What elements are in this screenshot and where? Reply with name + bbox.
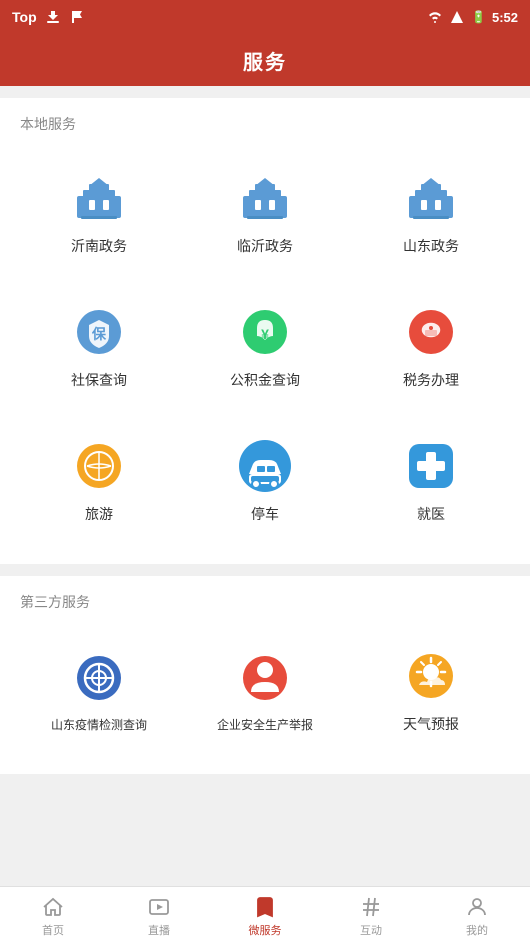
local-services-section: 本地服务 沂南政务	[0, 98, 530, 564]
svg-text:¥: ¥	[261, 326, 269, 342]
service-tax[interactable]: 税务办理	[348, 280, 514, 414]
service-epidemic[interactable]: 山东疫情检测查询	[16, 624, 182, 758]
nav-microservice[interactable]: 微服务	[212, 887, 318, 946]
shebao-label: 社保查询	[71, 370, 127, 390]
home-icon	[41, 895, 65, 919]
safety-label: 企业安全生产举报	[217, 716, 313, 733]
flag-icon	[69, 9, 85, 25]
tax-icon	[403, 304, 459, 360]
third-party-section: 第三方服务 山东疫情检测查询	[0, 576, 530, 774]
nav-live-label: 直播	[148, 922, 170, 938]
parking-icon	[237, 438, 293, 494]
hashtag-icon	[359, 895, 383, 919]
safety-icon	[237, 650, 293, 706]
svg-text:保: 保	[91, 326, 107, 342]
service-weather[interactable]: 天气预报	[348, 624, 514, 758]
status-bar-left: Top	[12, 9, 85, 25]
main-content: 本地服务 沂南政务	[0, 86, 530, 886]
wifi-icon	[427, 9, 443, 25]
parking-label: 停车	[251, 504, 279, 524]
service-parking[interactable]: 停车	[182, 414, 348, 548]
nav-home[interactable]: 首页	[0, 887, 106, 946]
tax-label: 税务办理	[403, 370, 459, 390]
bookmark-icon	[253, 895, 277, 919]
local-services-title: 本地服务	[16, 114, 514, 134]
header: 服务	[0, 34, 530, 86]
service-travel[interactable]: 旅游	[16, 414, 182, 548]
battery-icon: 🔋	[471, 10, 486, 24]
live-icon	[147, 895, 171, 919]
nav-home-label: 首页	[42, 922, 64, 938]
medical-icon	[403, 438, 459, 494]
linnan-icon	[71, 170, 127, 226]
epidemic-label: 山东疫情检测查询	[51, 716, 147, 733]
service-safety[interactable]: 企业安全生产举报	[182, 624, 348, 758]
nav-live[interactable]: 直播	[106, 887, 212, 946]
page-title: 服务	[243, 46, 287, 75]
weather-icon	[403, 648, 459, 704]
signal-icon	[449, 9, 465, 25]
status-top-label: Top	[12, 9, 37, 25]
linyi-label: 临沂政务	[237, 236, 293, 256]
nav-interact[interactable]: 互动	[318, 887, 424, 946]
shandong-label: 山东政务	[403, 236, 459, 256]
download-icon	[45, 9, 61, 25]
gjj-label: 公积金查询	[230, 370, 300, 390]
service-medical[interactable]: 就医	[348, 414, 514, 548]
shandong-icon	[403, 170, 459, 226]
linyi-icon	[237, 170, 293, 226]
gjj-icon: ¥	[237, 304, 293, 360]
third-party-grid: 山东疫情检测查询 企业安全生产举报	[16, 624, 514, 758]
travel-icon	[71, 438, 127, 494]
nav-mine-label: 我的	[466, 922, 488, 938]
service-shebao[interactable]: 保 社保查询	[16, 280, 182, 414]
nav-interact-label: 互动	[360, 922, 382, 938]
nav-microservice-label: 微服务	[249, 922, 282, 938]
epidemic-icon	[71, 650, 127, 706]
service-shandong[interactable]: 山东政务	[348, 146, 514, 280]
service-linyi[interactable]: 临沂政务	[182, 146, 348, 280]
time-display: 5:52	[492, 10, 518, 25]
travel-label: 旅游	[85, 504, 113, 524]
nav-mine[interactable]: 我的	[424, 887, 530, 946]
shebao-icon: 保	[71, 304, 127, 360]
third-party-title: 第三方服务	[16, 592, 514, 612]
linnan-label: 沂南政务	[71, 236, 127, 256]
service-linnan[interactable]: 沂南政务	[16, 146, 182, 280]
service-gjj[interactable]: ¥ 公积金查询	[182, 280, 348, 414]
weather-label: 天气预报	[403, 714, 459, 734]
medical-label: 就医	[417, 504, 445, 524]
person-icon	[465, 895, 489, 919]
bottom-nav: 首页 直播 微服务 互动 我的	[0, 886, 530, 946]
status-bar: Top 🔋 5:52	[0, 0, 530, 34]
local-services-grid: 沂南政务 临沂政务	[16, 146, 514, 548]
status-bar-right: 🔋 5:52	[427, 9, 518, 25]
